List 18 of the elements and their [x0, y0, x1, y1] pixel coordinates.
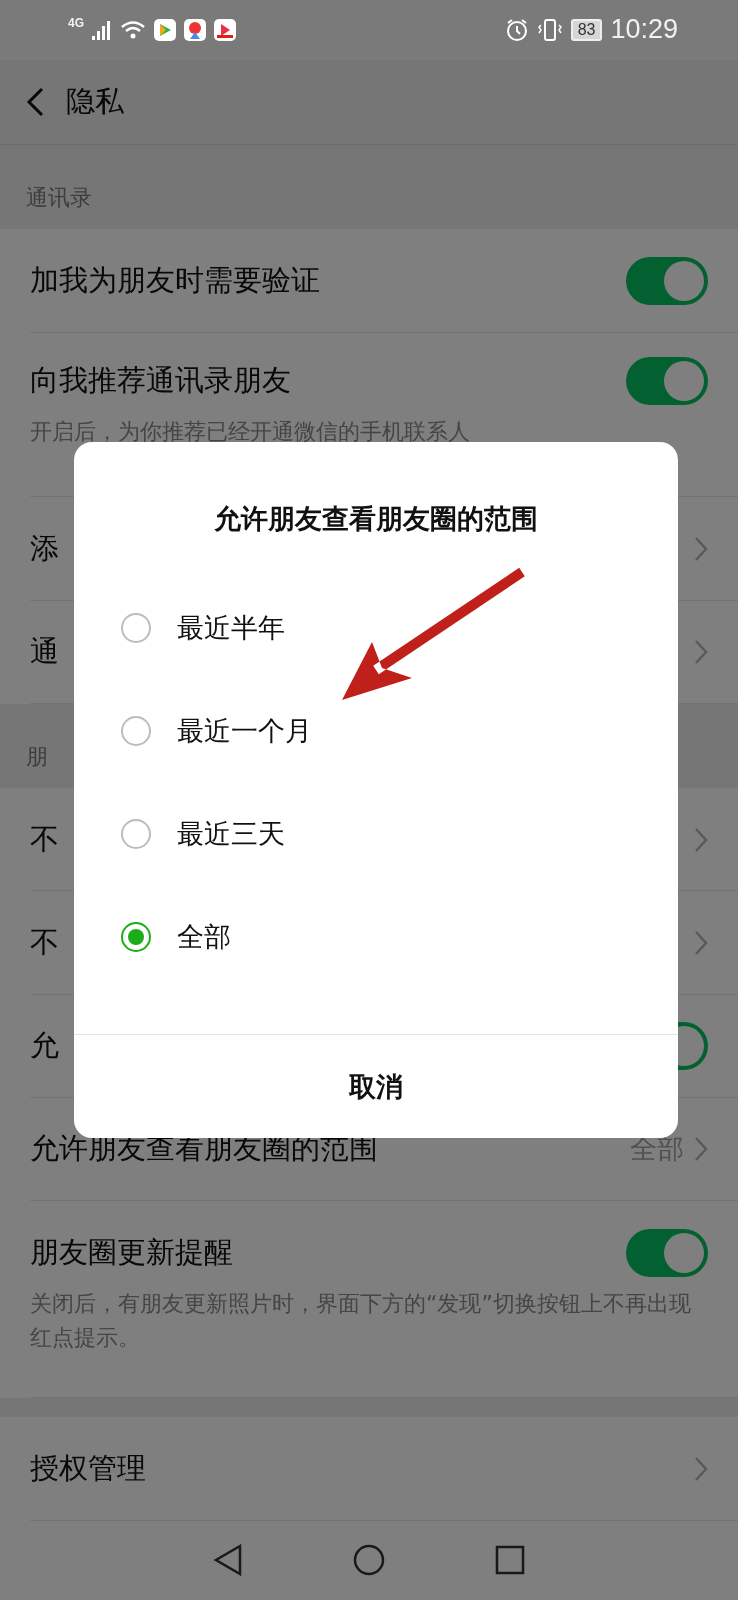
clock-time: 10:29: [610, 14, 678, 46]
row-description: 开启后，为你推荐已经开通微信的手机联系人: [30, 417, 471, 446]
row-title: 添: [30, 530, 59, 567]
row-title: 不: [30, 924, 59, 961]
network-type: 4G: [68, 16, 84, 30]
row-title: 加我为朋友时需要验证: [30, 261, 320, 299]
section-label: 朋: [26, 743, 48, 772]
row-description: 关闭后，有朋友更新照片时，界面下方的“发现”切换按钮上不再出现红点提示。: [30, 1289, 692, 1352]
row-title: 通: [30, 633, 59, 671]
section-label: 通讯录: [26, 184, 92, 213]
row-title: 授权管理: [30, 1450, 146, 1488]
row-title: 向我推荐通讯录朋友: [30, 361, 291, 399]
battery-level: 83: [570, 18, 603, 41]
page-title: 隐私: [66, 82, 124, 120]
row-title: 朋友圈更新提醒: [30, 1233, 233, 1271]
dialog-title: 允许朋友查看朋友圈的范围: [214, 502, 538, 536]
row-title: 允: [30, 1027, 59, 1065]
row-title: 不: [30, 820, 59, 858]
